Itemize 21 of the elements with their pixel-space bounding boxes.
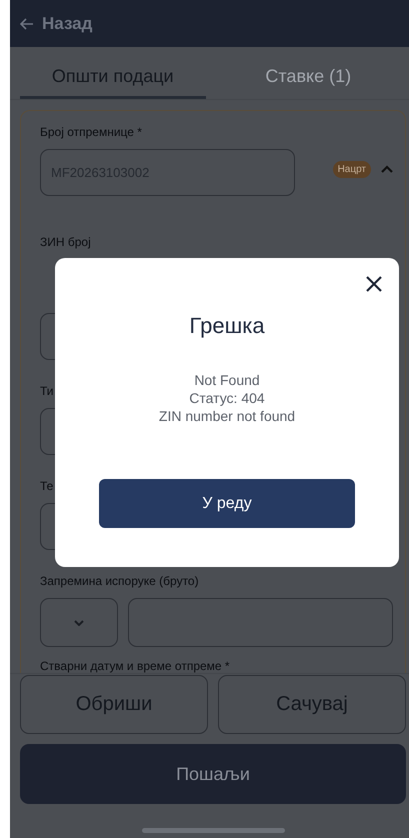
delete-button[interactable]: Обриши [20, 675, 208, 734]
back-button[interactable]: Назад [20, 14, 92, 34]
field-label: Ти [40, 384, 55, 398]
chevron-down-icon [74, 620, 84, 626]
save-button[interactable]: Сачувај [218, 675, 406, 734]
ok-button[interactable]: У реду [99, 479, 355, 528]
field-label: Запремина испоруке (бруто) [40, 574, 200, 588]
input-field[interactable] [128, 598, 393, 647]
field-label: Стварни датум и време отпреме * [40, 659, 231, 673]
tab[interactable]: Општи подаци [20, 47, 206, 99]
tab[interactable]: Ставке (1) [216, 47, 401, 99]
send-button[interactable]: Пошаљи [20, 744, 406, 804]
chevron-up-icon[interactable] [381, 165, 393, 173]
status-badge: Нацрт [332, 161, 371, 178]
field-label: ЗИН број [40, 235, 92, 249]
unit-dropdown[interactable] [40, 598, 118, 647]
field-label: Број отпремнице * [40, 125, 143, 139]
dialog-title: Грешка [189, 313, 265, 339]
back-arrow-icon [20, 18, 34, 30]
field-label: Те [40, 479, 54, 493]
dialog-message: Not Found Статус: 404 ZIN number not found [158, 371, 296, 425]
